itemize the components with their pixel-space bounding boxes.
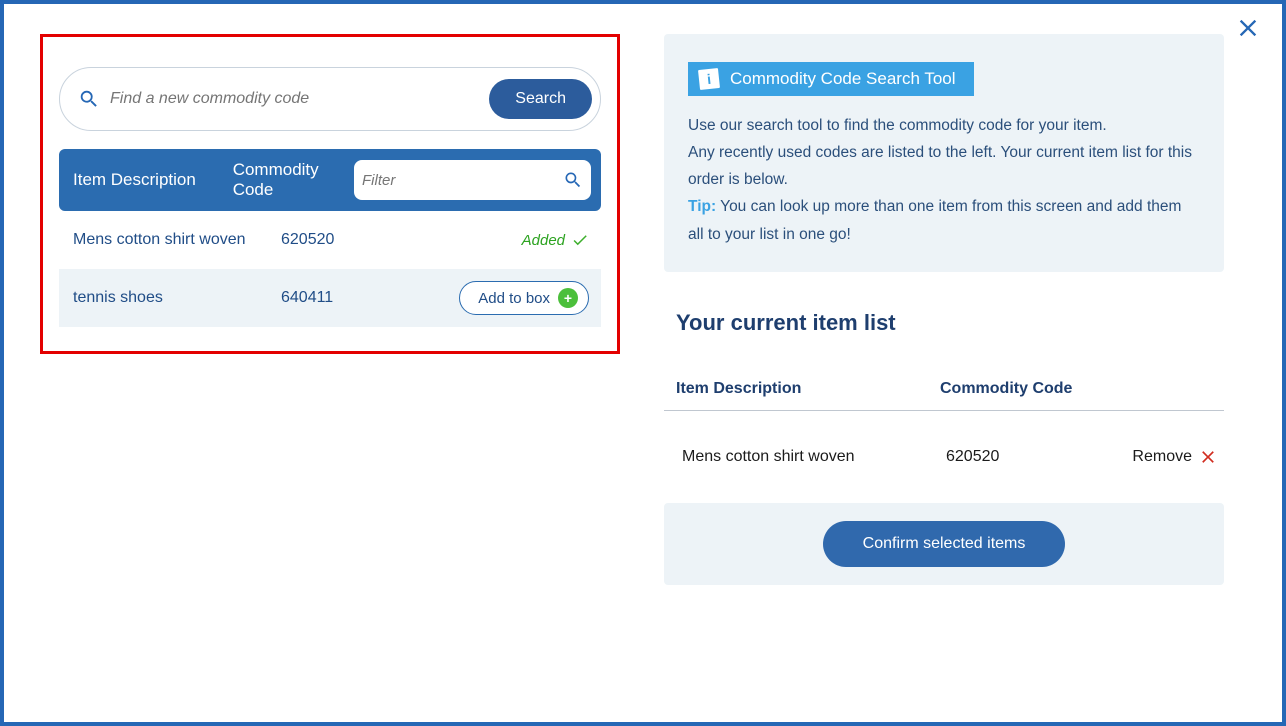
list-item-code: 620520 [946, 448, 1116, 466]
search-input[interactable] [110, 90, 489, 108]
highlight-region: Search Item Description Commodity Code M… [40, 34, 620, 354]
col-header-code: Commodity Code [233, 160, 354, 200]
col-header-description: Item Description [73, 170, 233, 190]
result-row: tennis shoes 640411 Add to box + [59, 269, 601, 327]
item-list-row: Mens cotton shirt woven 620520 Remove [664, 411, 1224, 503]
item-list-title: Your current item list [676, 310, 1224, 336]
confirm-button[interactable]: Confirm selected items [823, 521, 1066, 567]
result-code: 620520 [281, 231, 439, 249]
result-code: 640411 [281, 289, 439, 307]
add-button-label: Add to box [478, 290, 550, 307]
confirm-bar: Confirm selected items [664, 503, 1224, 585]
search-button[interactable]: Search [489, 79, 592, 119]
result-status: Added [439, 231, 589, 249]
remove-icon [1198, 447, 1218, 467]
search-icon [78, 88, 100, 110]
filter-search-icon [563, 170, 583, 190]
info-tip: Tip: You can look up more than one item … [688, 193, 1200, 247]
check-icon [571, 231, 589, 249]
add-to-box-button[interactable]: Add to box + [459, 281, 589, 315]
modal-frame: Search Item Description Commodity Code M… [0, 0, 1286, 726]
search-bar: Search [59, 67, 601, 131]
remove-label: Remove [1132, 448, 1192, 466]
results-header: Item Description Commodity Code [59, 149, 601, 211]
result-row: Mens cotton shirt woven 620520 Added [59, 211, 601, 269]
result-description: Mens cotton shirt woven [73, 231, 281, 249]
filter-input[interactable] [362, 172, 563, 189]
list-col-description: Item Description [676, 380, 940, 398]
info-title-bar: i Commodity Code Search Tool [688, 62, 974, 96]
close-button[interactable] [1234, 14, 1262, 47]
list-item-description: Mens cotton shirt woven [682, 448, 946, 466]
item-list-header: Item Description Commodity Code [664, 380, 1224, 411]
info-line-1: Use our search tool to find the commodit… [688, 112, 1200, 139]
plus-icon: + [558, 288, 578, 308]
filter-wrap [354, 160, 591, 200]
info-line-2: Any recently used codes are listed to th… [688, 139, 1200, 193]
list-col-code: Commodity Code [940, 380, 1218, 398]
info-panel: i Commodity Code Search Tool Use our sea… [664, 34, 1224, 272]
info-icon: i [697, 67, 721, 91]
remove-item-button[interactable]: Remove [1116, 447, 1218, 467]
info-title: Commodity Code Search Tool [730, 69, 956, 89]
result-description: tennis shoes [73, 289, 281, 307]
